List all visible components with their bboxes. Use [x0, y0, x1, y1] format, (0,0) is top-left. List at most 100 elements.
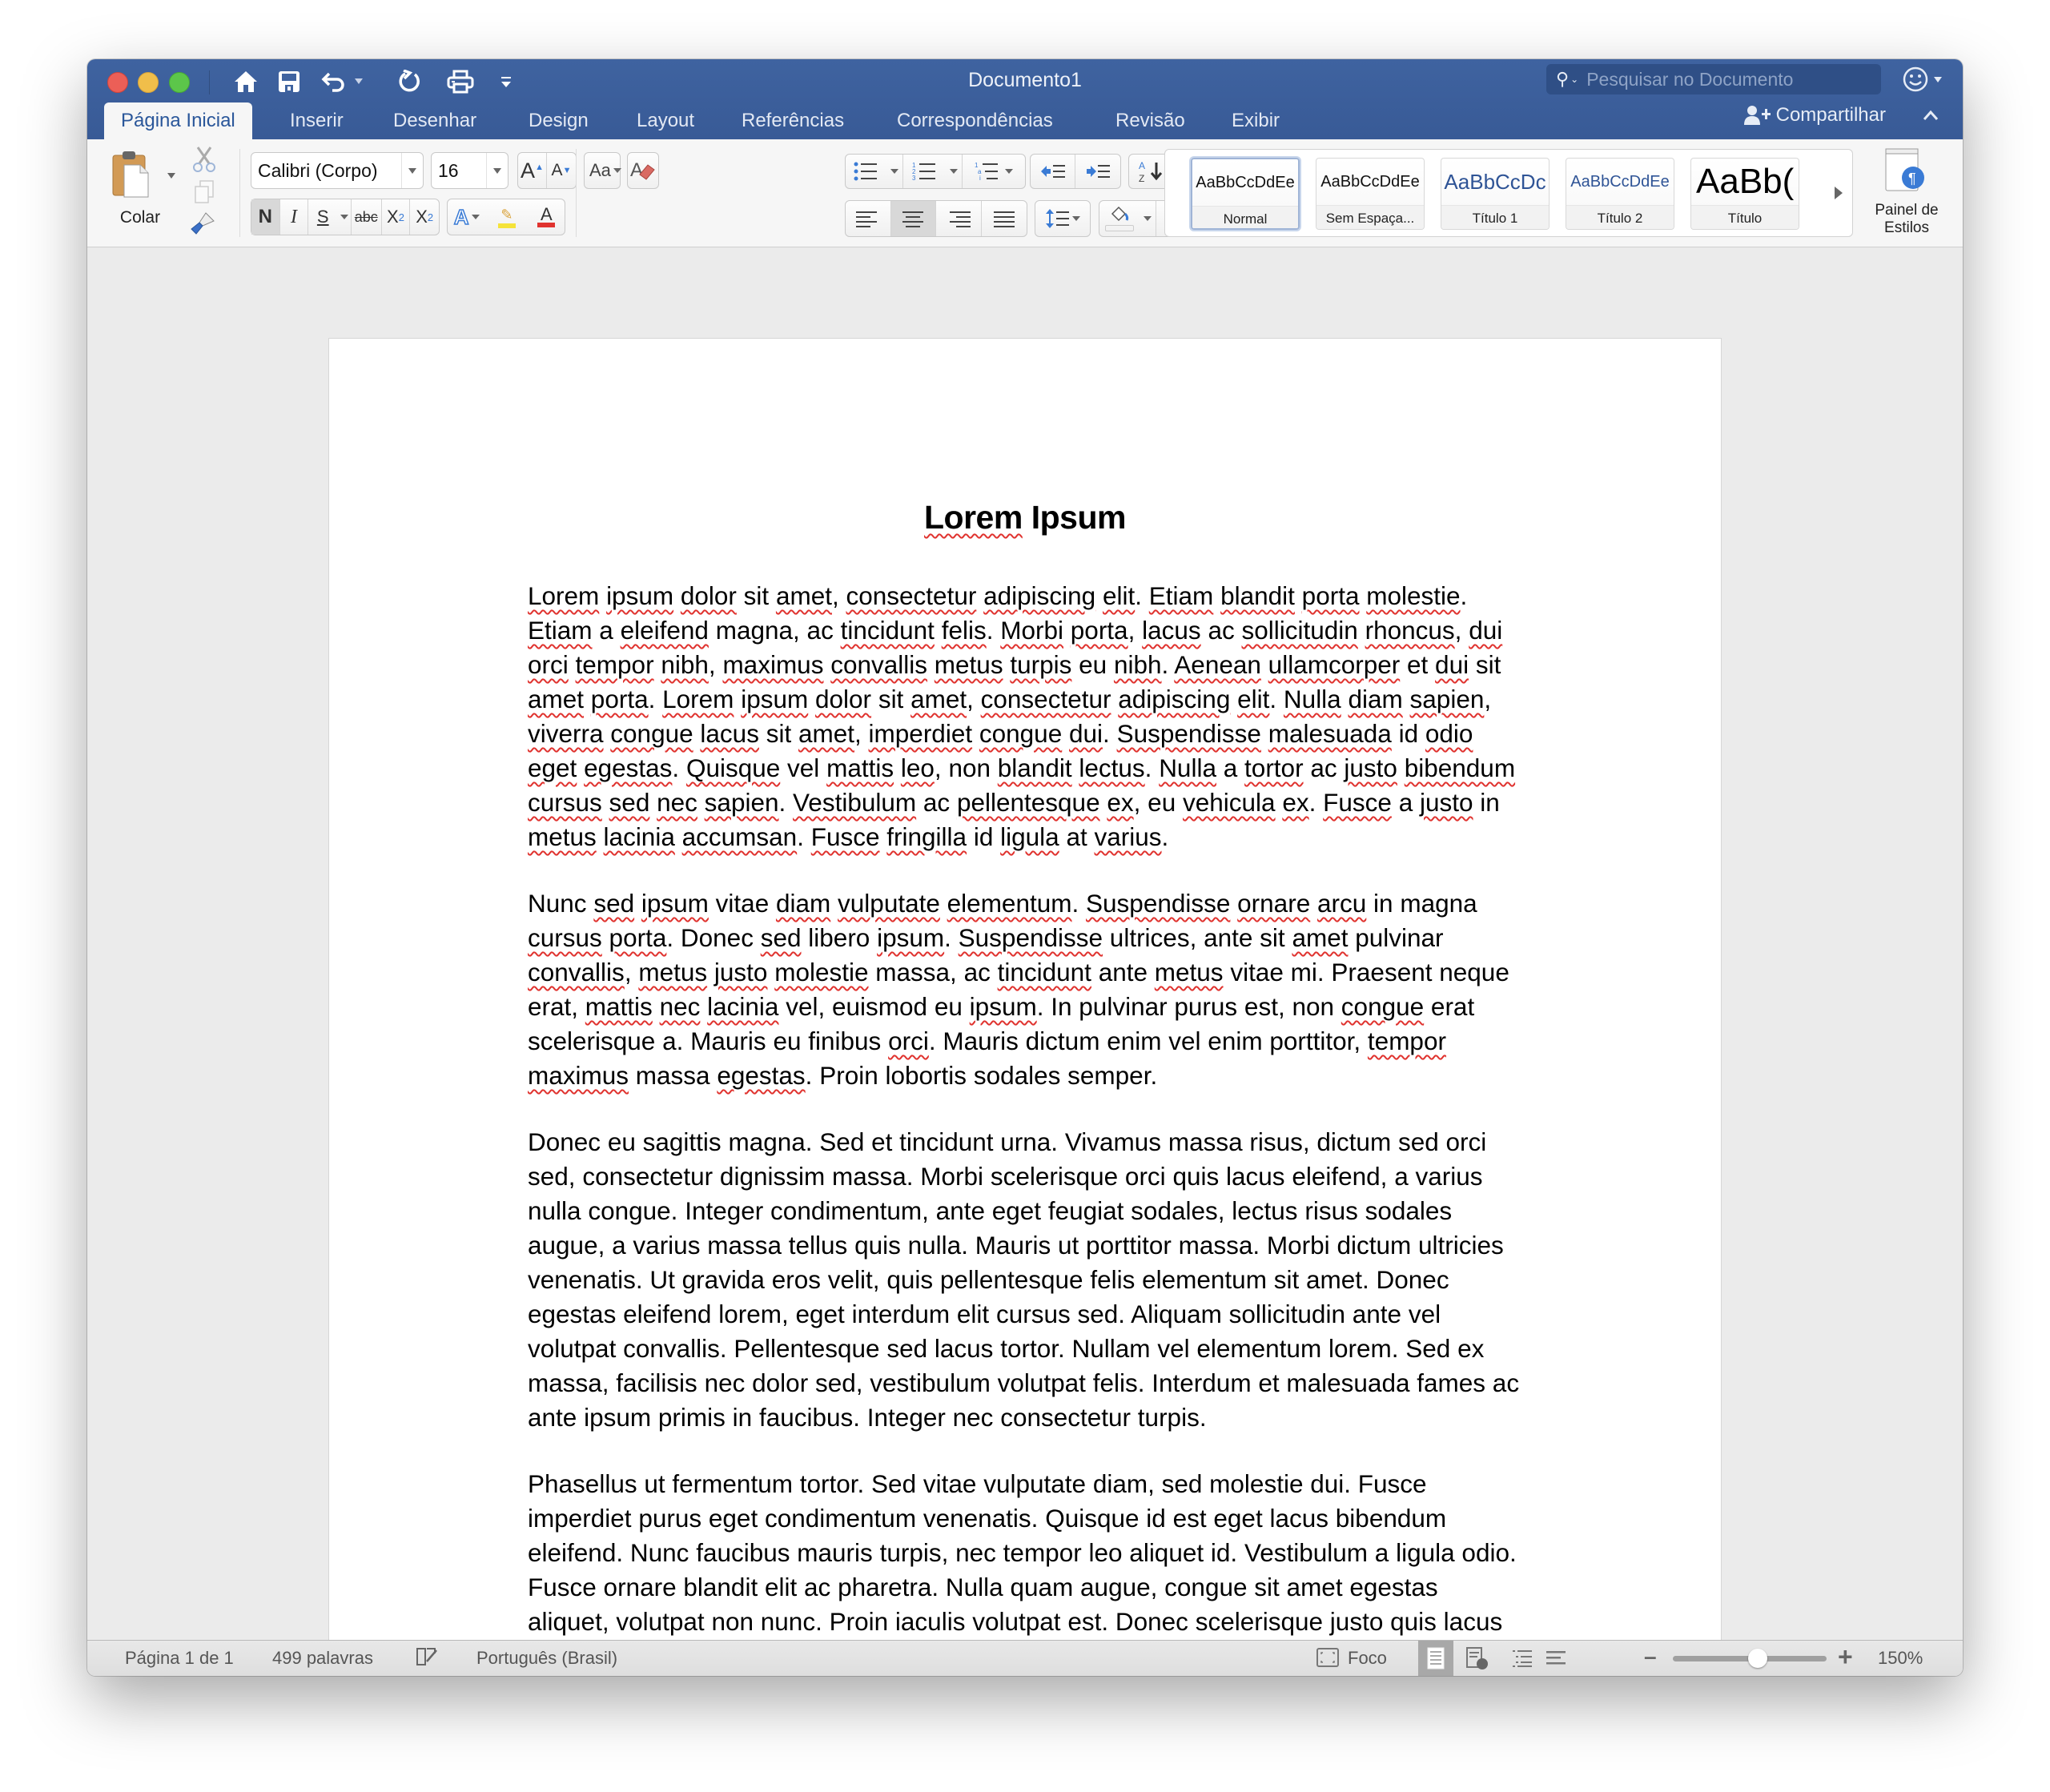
misspelled-word[interactable]: lacus [1142, 616, 1201, 645]
draft-view-button[interactable] [1538, 1641, 1574, 1676]
misspelled-word[interactable]: justo [714, 958, 768, 986]
tab-exibir[interactable]: Exibir [1215, 102, 1296, 139]
change-case-button[interactable]: Aa [584, 152, 621, 189]
tab-layout[interactable]: Layout [620, 102, 711, 139]
misspelled-word[interactable]: ipsum [641, 889, 709, 918]
misspelled-word[interactable]: mattis [826, 753, 894, 782]
misspelled-word[interactable]: rhoncus [1365, 616, 1455, 645]
misspelled-word[interactable]: tempor [1368, 1027, 1446, 1055]
zoom-slider-thumb[interactable] [1747, 1649, 1767, 1668]
misspelled-word[interactable]: Etiam [1149, 581, 1214, 610]
misspelled-word[interactable]: metus [528, 822, 597, 851]
misspelled-word[interactable]: viverra [528, 719, 604, 748]
misspelled-word[interactable]: porta [609, 923, 667, 952]
misspelled-word[interactable]: turpis [1010, 650, 1071, 679]
misspelled-word[interactable]: sed [609, 788, 650, 817]
multilevel-list-button[interactable]: 1ai [963, 155, 1025, 188]
misspelled-word[interactable]: maximus [722, 650, 823, 679]
underline-button[interactable]: S [308, 199, 337, 235]
zoom-in-button[interactable]: + [1838, 1642, 1853, 1672]
misspelled-word[interactable]: eget [528, 753, 577, 782]
misspelled-word[interactable]: odio [1425, 719, 1473, 748]
misspelled-word[interactable]: porta [1302, 581, 1360, 610]
misspelled-word[interactable]: lacinia [604, 822, 675, 851]
misspelled-word[interactable]: ipsum [741, 685, 808, 713]
misspelled-word[interactable]: molestie [774, 958, 868, 986]
misspelled-word[interactable]: metus [638, 958, 707, 986]
misspelled-word[interactable]: blandit [998, 753, 1072, 782]
increase-indent-button[interactable] [1075, 155, 1120, 188]
copy-button[interactable] [193, 179, 222, 207]
misspelled-word[interactable]: convallis [528, 958, 625, 986]
misspelled-word[interactable]: bibendum [1405, 753, 1515, 782]
more-styles-arrow-icon[interactable] [1835, 187, 1843, 199]
misspelled-word[interactable]: tortor [1244, 753, 1304, 782]
misspelled-word[interactable]: Lorem [528, 581, 599, 610]
misspelled-word[interactable]: Etiam [528, 616, 593, 645]
subscript-button[interactable]: X2 [382, 199, 411, 235]
highlight-button[interactable]: ✎ [485, 199, 528, 235]
bold-button[interactable]: N [251, 199, 280, 235]
word-count[interactable]: 499 palavras [272, 1648, 373, 1669]
style-normal[interactable]: AaBbCcDdEe Normal [1191, 158, 1300, 230]
misspelled-word[interactable]: blandit [1220, 581, 1295, 610]
misspelled-word[interactable]: sollicitudin [1241, 616, 1357, 645]
align-left-button[interactable] [846, 201, 891, 236]
misspelled-word[interactable]: Aenean [1174, 650, 1261, 679]
misspelled-word[interactable]: sed [593, 889, 634, 918]
clear-formatting-button[interactable]: A [627, 152, 659, 189]
misspelled-word[interactable]: Fusce [811, 822, 880, 851]
bullets-dropdown-icon[interactable] [886, 155, 903, 188]
misspelled-word[interactable]: eleifend [621, 616, 709, 645]
format-painter-button[interactable] [190, 210, 222, 239]
misspelled-word[interactable]: ex [1107, 788, 1133, 817]
misspelled-word[interactable]: egestas [584, 753, 672, 782]
feedback-dropdown-icon[interactable] [1934, 77, 1942, 82]
justify-button[interactable] [982, 201, 1027, 236]
misspelled-word[interactable]: tincidunt [841, 616, 935, 645]
misspelled-word[interactable]: metus [935, 650, 1003, 679]
align-center-button[interactable] [890, 201, 936, 236]
misspelled-word[interactable]: consectetur [981, 685, 1111, 713]
feedback-smiley-icon[interactable] [1902, 66, 1929, 97]
search-input[interactable] [1585, 67, 1861, 91]
misspelled-word[interactable]: Suspendisse [1086, 889, 1230, 918]
misspelled-word[interactable]: nec [660, 992, 701, 1021]
misspelled-word[interactable]: nibh [661, 650, 709, 679]
misspelled-word[interactable]: Morbi [1000, 616, 1063, 645]
misspelled-word[interactable]: Fusce [1323, 788, 1392, 817]
misspelled-word[interactable]: porta [1071, 616, 1128, 645]
misspelled-word[interactable]: dolor [681, 581, 737, 610]
focus-button[interactable]: Foco [1348, 1648, 1387, 1669]
numbering-dropdown-icon[interactable] [945, 155, 963, 188]
style-sem-espacamento[interactable]: AaBbCcDdEe Sem Espaça... [1316, 158, 1425, 230]
misspelled-word[interactable]: Lorem [662, 685, 734, 713]
focus-icon[interactable] [1316, 1647, 1340, 1673]
line-spacing-button[interactable] [1035, 200, 1091, 237]
misspelled-word[interactable]: fringilla [886, 822, 967, 851]
misspelled-word[interactable]: mattis [585, 992, 653, 1021]
style-titulo[interactable]: AaBb( Título [1690, 158, 1799, 230]
misspelled-word[interactable]: congue [610, 719, 693, 748]
zoom-slider[interactable] [1673, 1649, 1827, 1668]
misspelled-word[interactable]: lacinia [707, 992, 778, 1021]
misspelled-word[interactable]: nibh [1114, 650, 1162, 679]
grow-font-button[interactable]: A ▲ [518, 153, 548, 188]
misspelled-word[interactable]: adipiscing [1118, 685, 1230, 713]
misspelled-word[interactable]: lacus [700, 719, 759, 748]
misspelled-word[interactable]: dui [1069, 719, 1103, 748]
misspelled-word[interactable]: ligula [1000, 822, 1059, 851]
align-right-button[interactable] [936, 201, 982, 236]
misspelled-word[interactable]: arcu [1317, 889, 1366, 918]
misspelled-word[interactable]: vehicula [1183, 788, 1276, 817]
misspelled-word[interactable]: orci [888, 1027, 929, 1055]
bullets-button[interactable] [846, 155, 886, 188]
misspelled-word[interactable]: metus [1155, 958, 1224, 986]
misspelled-word[interactable]: amet [798, 719, 854, 748]
misspelled-word[interactable]: Nulla [1159, 753, 1216, 782]
misspelled-word[interactable]: imperdiet [869, 719, 973, 748]
misspelled-word[interactable]: amet [910, 685, 967, 713]
font-name-dropdown-icon[interactable] [401, 153, 423, 188]
misspelled-word[interactable]: ullamcorper [1268, 650, 1401, 679]
misspelled-word[interactable]: maximus [528, 1061, 629, 1090]
